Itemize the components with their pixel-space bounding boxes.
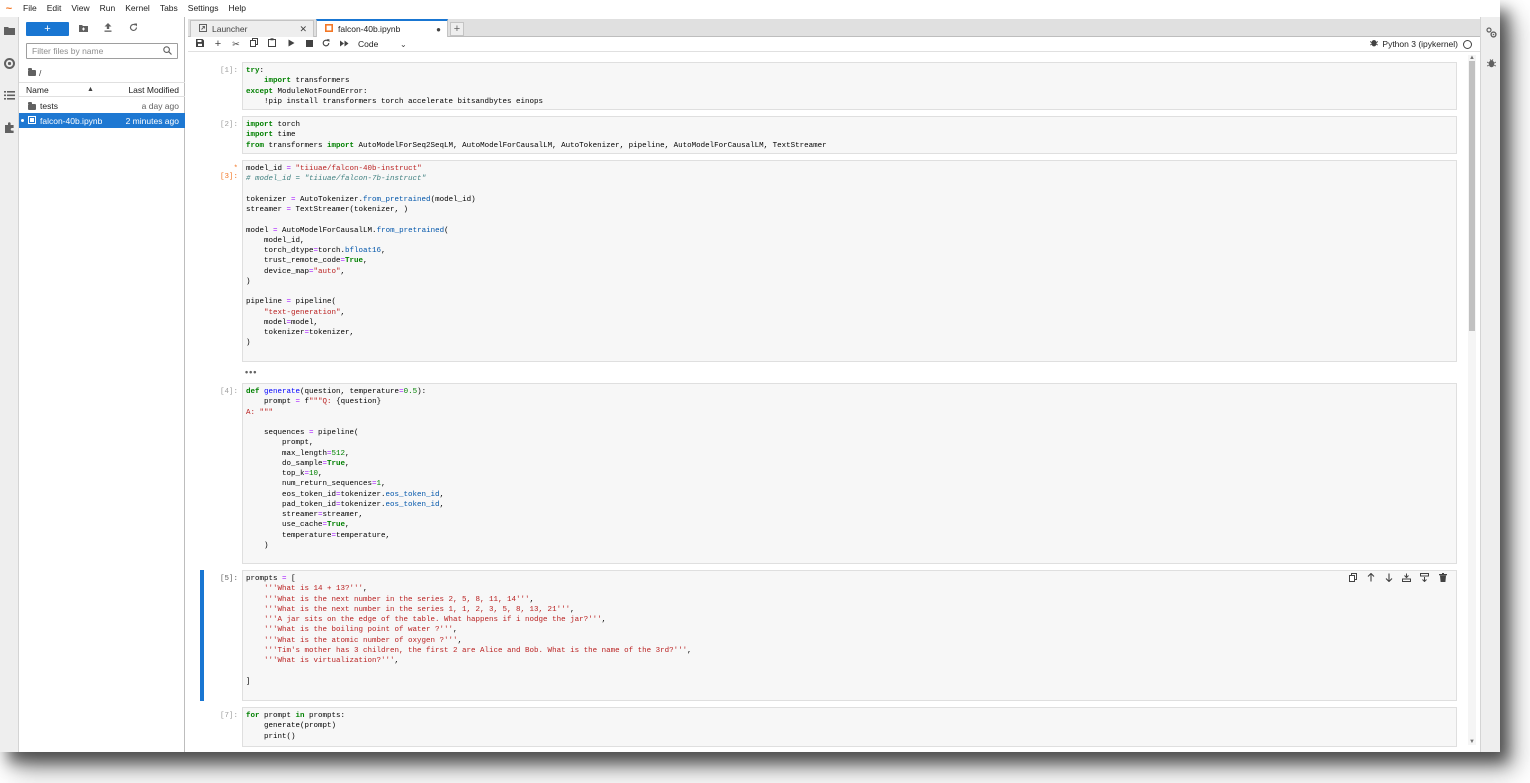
extension-icon[interactable] [3,122,16,135]
menu-view[interactable]: View [66,0,94,17]
menu-settings[interactable]: Settings [183,0,224,17]
left-activity-bar [0,17,19,752]
menubar: ~ File Edit View Run Kernel Tabs Setting… [0,0,1500,17]
insert-cell-icon[interactable]: + [212,38,224,51]
notebook-scrollbar[interactable]: ▲ ▼ [1468,55,1476,745]
file-list-header: Name ▲ Last Modified [19,82,185,97]
property-inspector-icon[interactable] [1485,27,1497,39]
cell-prompt: [5]: [219,575,238,583]
cell-prompt: *[3]: [219,165,238,181]
menu-edit[interactable]: Edit [42,0,67,17]
restart-run-all-icon[interactable] [338,38,350,51]
kernel-idle-icon [1463,40,1472,49]
column-modified-header[interactable]: Last Modified [128,85,179,95]
launcher-icon [199,24,207,34]
notebook-panel: [1]: try: import transformers except Mod… [188,53,1480,747]
jupyter-logo-icon: ~ [5,2,13,15]
menu-help[interactable]: Help [224,0,251,17]
code-editor[interactable]: prompts = [ '''What is 14 + 13?''', '''W… [242,570,1457,701]
tab-label: Launcher [212,24,248,34]
breadcrumb: / [28,67,41,79]
restart-icon[interactable] [320,38,332,51]
scrollbar-thumb[interactable] [1469,61,1475,331]
notebook-toolbar: + ✂ Code ⌄ Python 3 (ipykernel) [188,37,1480,52]
collapsed-output-indicator[interactable]: ••• [245,367,257,377]
cut-icon[interactable]: ✂ [230,38,242,51]
running-indicator-icon [21,119,24,122]
menu-run[interactable]: Run [95,0,121,17]
menu-file[interactable]: File [18,0,42,17]
move-up-icon[interactable] [1365,572,1376,584]
bug-icon[interactable] [1369,38,1379,51]
cell-toolbar [1347,572,1448,584]
tab-label: falcon-40b.ipynb [338,24,401,34]
menu-tabs[interactable]: Tabs [155,0,183,17]
refresh-icon[interactable] [126,22,140,36]
code-editor[interactable]: try: import transformers except ModuleNo… [242,62,1457,110]
notebook-icon [28,116,36,124]
menu-kernel[interactable]: Kernel [120,0,155,17]
file-name: tests [40,100,58,111]
cell-prompt: [2]: [219,121,238,129]
file-browser-toolbar: + [19,21,185,37]
close-tab-icon[interactable]: ✕ [299,24,307,35]
upload-icon[interactable] [101,22,115,36]
active-cell-indicator [200,570,204,701]
sort-ascending-icon[interactable]: ▲ [87,86,94,93]
cell-prompt: [4]: [219,388,238,396]
save-icon[interactable] [194,38,206,51]
file-modified: 2 minutes ago [125,115,179,126]
new-launcher-button[interactable]: + [26,22,69,36]
cell-prompt: [7]: [219,712,238,720]
code-editor[interactable]: for prompt in prompts: generate(prompt) … [242,707,1457,747]
folder-icon[interactable] [3,26,16,39]
stop-icon[interactable] [303,38,315,51]
kernel-name[interactable]: Python 3 (ipykernel) [1382,38,1458,51]
file-filter-box [26,43,178,59]
file-filter-input[interactable] [32,46,163,56]
search-icon[interactable] [163,45,172,57]
code-editor[interactable]: def generate(question, temperature=0.5):… [242,383,1457,564]
column-name-header[interactable]: Name [26,85,49,95]
add-tab-button[interactable]: + [450,22,464,36]
duplicate-cell-icon[interactable] [1347,573,1358,584]
unsaved-dot-icon[interactable]: ● [436,25,441,34]
delete-cell-icon[interactable] [1437,573,1448,584]
code-editor[interactable]: import torch import time from transforme… [242,116,1457,154]
notebook-icon [325,24,333,34]
file-row-tests[interactable]: tests a day ago [19,98,185,113]
right-activity-bar [1480,17,1500,752]
folder-icon [28,102,36,110]
jupyterlab-window: ~ File Edit View Run Kernel Tabs Setting… [0,0,1500,752]
run-icon[interactable] [285,38,297,51]
breadcrumb-root[interactable]: / [39,68,41,78]
insert-below-icon[interactable] [1419,573,1430,584]
chevron-down-icon[interactable]: ⌄ [400,38,407,51]
file-row-falcon-notebook[interactable]: falcon-40b.ipynb 2 minutes ago [19,113,185,128]
move-down-icon[interactable] [1383,573,1394,584]
insert-above-icon[interactable] [1401,573,1412,584]
file-name: falcon-40b.ipynb [40,115,103,126]
tab-bar: Launcher ✕ falcon-40b.ipynb ● + [188,19,1480,37]
cell-prompt: [1]: [219,67,238,75]
copy-icon[interactable] [248,38,260,51]
home-folder-icon[interactable] [28,68,36,76]
paste-icon[interactable] [266,38,278,51]
code-editor[interactable]: model_id = "tiiuae/falcon-40b-instruct" … [242,160,1457,362]
tab-falcon-notebook[interactable]: falcon-40b.ipynb ● [316,19,448,37]
running-icon[interactable] [3,58,16,71]
file-modified: a day ago [141,100,179,111]
file-browser-panel: + / Name ▲ Last Modified [19,17,185,752]
tab-launcher[interactable]: Launcher ✕ [190,20,314,37]
main-dock-area: Launcher ✕ falcon-40b.ipynb ● + + ✂ Code… [188,17,1480,752]
toc-icon[interactable] [3,91,16,104]
debugger-icon[interactable] [1485,58,1497,70]
new-folder-icon[interactable] [76,22,90,36]
scroll-down-icon[interactable]: ▼ [1468,739,1476,745]
